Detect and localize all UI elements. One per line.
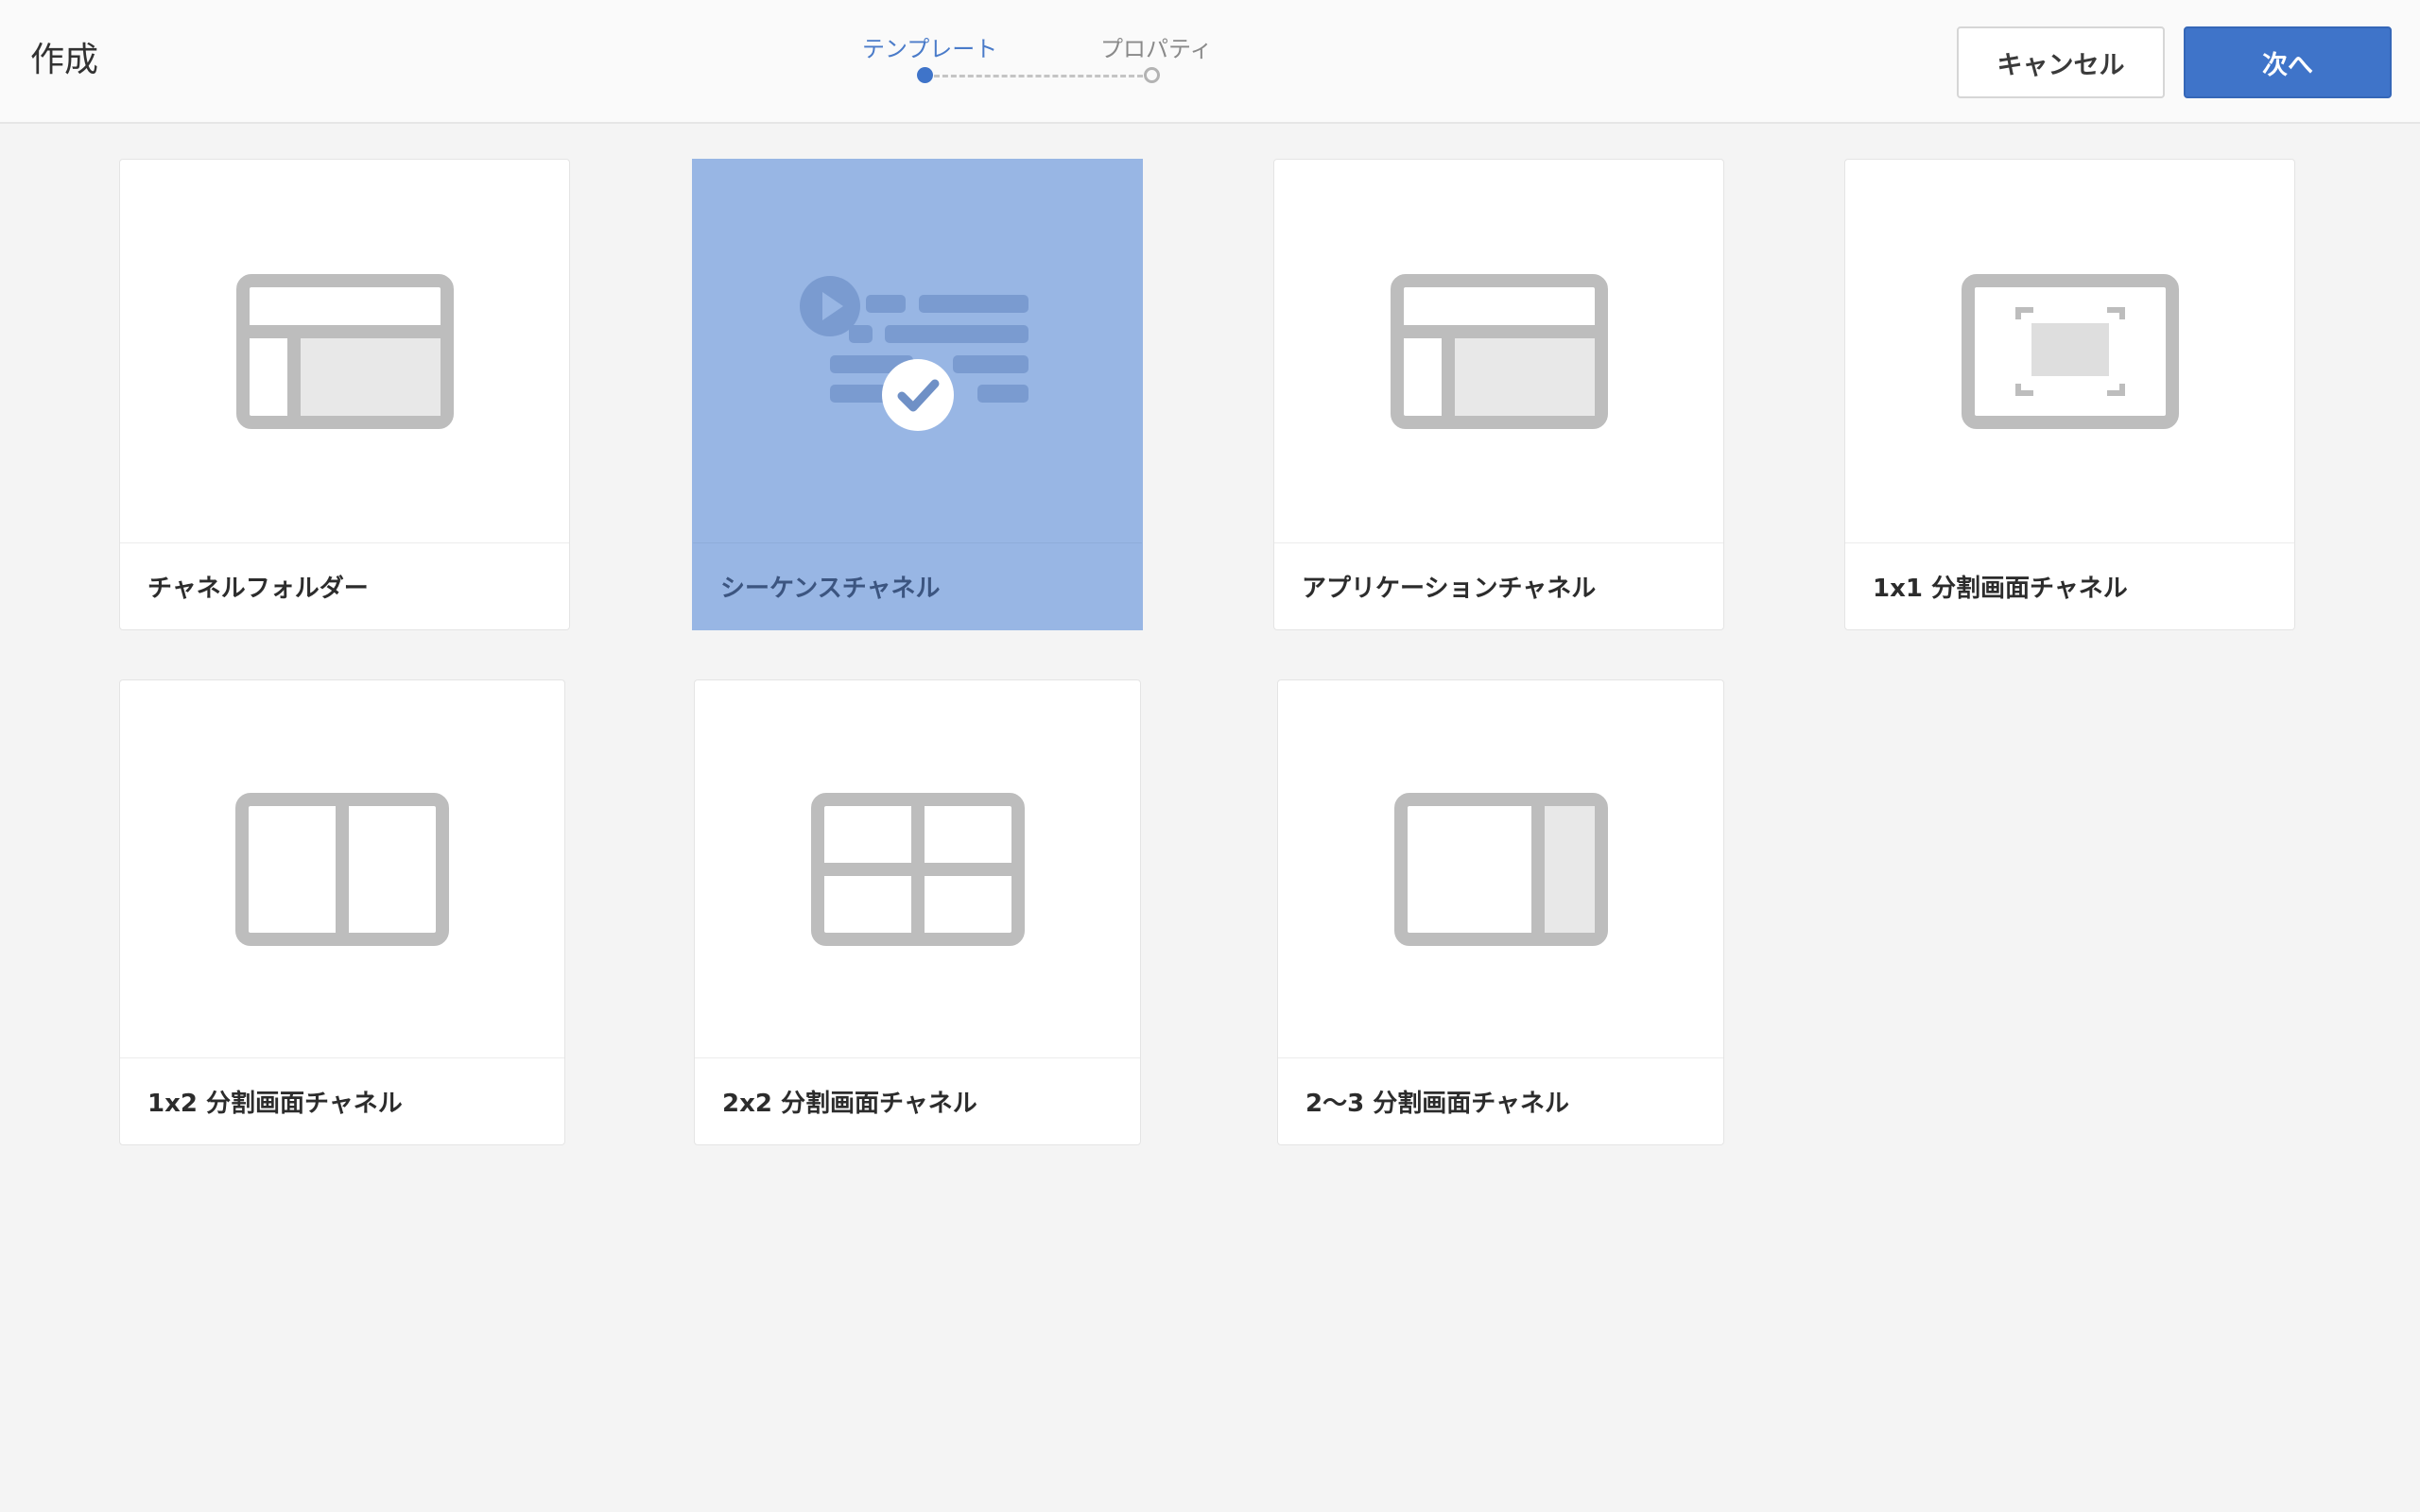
template-card-label: 1x1 分割画面チャネル [1845,542,2294,629]
template-thumbnail [1845,160,2294,543]
template-card-2x2-split[interactable]: 2x2 分割画面チャネル [694,679,1141,1145]
template-card-label: 2x2 分割画面チャネル [695,1057,1140,1144]
template-card-label: アプリケーションチャネル [1274,542,1723,629]
template-card-1x2-split[interactable]: 1x2 分割画面チャネル [119,679,565,1145]
step-template-label[interactable]: テンプレート [862,32,997,66]
template-thumbnail [695,680,1140,1058]
layout-sidebar-icon [235,274,454,429]
next-button[interactable]: 次へ [2184,26,2392,98]
template-card-sequence-channel[interactable]: シーケンスチャネル [692,159,1143,630]
split-two-columns-icon [235,793,449,946]
step-template-dot[interactable] [917,67,933,83]
cancel-button[interactable]: キャンセル [1957,26,2165,98]
template-thumbnail [120,680,564,1058]
step-properties-dot[interactable] [1144,67,1160,83]
split-grid-four-icon [810,793,1025,946]
template-card-channel-folder[interactable]: チャネルフォルダー [119,159,570,630]
template-card-label: 1x2 分割画面チャネル [120,1057,564,1144]
template-thumbnail [120,160,569,543]
template-thumbnail [1278,680,1723,1058]
step-properties-label[interactable]: プロパティ [1100,32,1213,66]
template-card-label: シーケンスチャネル [693,542,1142,629]
page-title: 作成 [30,41,99,79]
wizard-steps: テンプレート プロパティ [851,32,1229,98]
selected-check-icon [882,359,954,431]
template-thumbnail [693,160,1142,543]
template-card-label: チャネルフォルダー [120,542,569,629]
top-bar: 作成 テンプレート プロパティ キャンセル 次へ [0,0,2420,124]
fullscreen-icon [1961,274,2179,429]
template-card-label: 2～3 分割画面チャネル [1278,1057,1723,1144]
template-card-1x1-split[interactable]: 1x1 分割画面チャネル [1844,159,2295,630]
layout-sidebar-icon [1390,274,1608,429]
split-two-thirds-icon [1393,793,1608,946]
template-card-application-channel[interactable]: アプリケーションチャネル [1273,159,1724,630]
template-card-2-3-split[interactable]: 2～3 分割画面チャネル [1277,679,1724,1145]
template-thumbnail [1274,160,1723,543]
step-progress-track [925,75,1143,77]
